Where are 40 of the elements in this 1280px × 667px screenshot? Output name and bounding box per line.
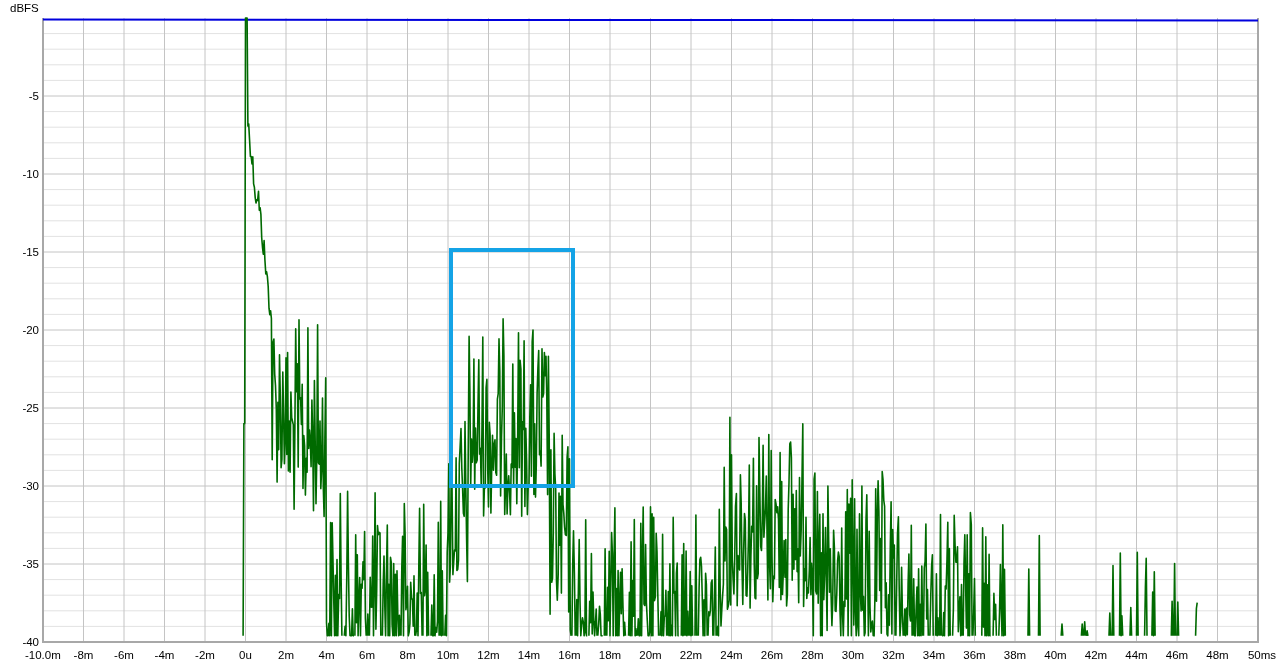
y-tick-label: -30 <box>22 480 39 492</box>
x-tick-label: 26m <box>760 649 784 661</box>
x-tick-label: 42m <box>1084 649 1108 661</box>
x-tick-label: 46m <box>1165 649 1189 661</box>
x-tick-label: 6m <box>359 649 375 661</box>
x-tick-label: -8m <box>73 649 94 661</box>
x-tick-label: 14m <box>517 649 541 661</box>
x-tick-label: 34m <box>922 649 946 661</box>
y-tick-label: -40 <box>22 636 39 648</box>
y-tick-label: -35 <box>22 558 39 570</box>
y-tick-label: -10 <box>22 168 39 180</box>
x-tick-label: 20m <box>639 649 662 661</box>
x-tick-label: 0u <box>239 649 252 661</box>
x-tick-label: -10.0m <box>25 649 61 661</box>
x-tick-label: 44m <box>1125 649 1148 661</box>
y-tick-label: -25 <box>22 402 39 414</box>
x-tick-label: 28m <box>801 649 824 661</box>
x-tick-label: 18m <box>598 649 622 661</box>
x-tick-label: 38m <box>1003 649 1027 661</box>
x-tick-label: -6m <box>114 649 134 661</box>
y-tick-label: -15 <box>22 246 39 258</box>
x-tick-label: 10m <box>436 649 460 661</box>
y-axis-unit: dBFS <box>10 2 39 14</box>
x-tick-label: 24m <box>720 649 743 661</box>
x-tick-label: 8m <box>399 649 416 661</box>
x-tick-label: 50ms <box>1247 649 1276 661</box>
x-tick-label: 2m <box>278 649 294 661</box>
x-tick-label: -2m <box>195 649 215 661</box>
y-tick-label: -20 <box>22 324 39 336</box>
x-tick-label: 30m <box>841 649 865 661</box>
x-tick-label: 48m <box>1206 649 1229 661</box>
x-tick-label: -4m <box>154 649 175 661</box>
x-tick-label: 22m <box>679 649 703 661</box>
x-tick-label: 12m <box>477 649 500 661</box>
x-tick-label: 40m <box>1044 649 1067 661</box>
y-tick-label: -5 <box>28 90 39 102</box>
x-tick-label: 16m <box>558 649 581 661</box>
x-tick-label: 36m <box>963 649 986 661</box>
x-tick-label: 4m <box>318 649 335 661</box>
x-tick-label: 32m <box>882 649 905 661</box>
